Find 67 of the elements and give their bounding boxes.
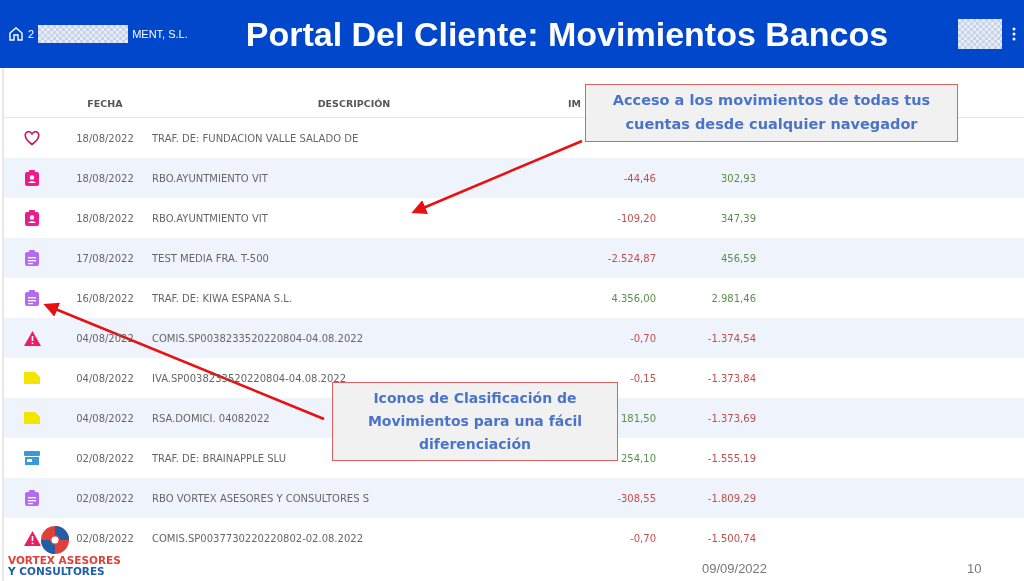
id-badge-icon [25,210,39,226]
balance-cell: 347,39 [721,212,756,224]
company-name: 2 [28,28,35,40]
slide-date: 09/09/2022 [702,561,768,576]
balance-cell: -1.373,84 [707,372,756,384]
company-name: MENT, S.L. [132,28,188,40]
description-cell-text: RSA.DOMICI. 04082022 [151,412,270,424]
swirl-logo-icon [38,525,72,555]
page-number: 10 [967,561,982,576]
logo-text: VORTEX ASESORES [8,555,121,566]
balance-cell: -1.809,29 [707,492,756,504]
amount-cell: 181,50 [621,412,656,424]
balance-cell: -1.374,54 [707,332,756,344]
home-icon[interactable] [8,26,24,42]
date-cell: 02/08/2022 [76,492,134,504]
description-cell-text: RBO VORTEX ASESORES Y CONSULTORES S [151,492,370,504]
date-cell: 18/08/2022 [76,212,134,224]
date-cell: 16/08/2022 [76,292,134,304]
date-cell: 17/08/2022 [76,252,134,264]
warning-icon [23,530,41,546]
annotation-callout: Iconos de Clasificación de Movimientos para una fácil diferenciación [332,382,618,462]
amount-cell: -2.524,87 [607,252,656,264]
description-cell-text: TRAF. DE: FUNDACION VALLE SALADO DE [151,132,359,144]
description-cell-text: COMIS.SP0037730220220802-02.08.2022 [151,532,363,544]
amount-cell: -0,70 [630,332,656,344]
description-cell-text: TRAF. DE: BRAINAPPLE SLU [151,452,286,464]
more-icon[interactable] [1012,27,1016,41]
heart-icon [24,130,40,146]
amount-cell: 4.356,00 [611,292,656,304]
description-cell-text: TRAF. DE: KIWA ESPANA S.L. [151,292,293,304]
description-cell-text: TEST MEDIA FRA. T-500 [151,252,269,264]
amount-cell: 254,10 [621,452,656,464]
warning-icon [23,330,41,346]
amount-cell: -109,20 [617,212,656,224]
column-header: DESCRIPCIÓN [317,98,391,109]
amount-cell: -44,46 [623,172,656,184]
store-icon [24,451,40,465]
date-cell: 04/08/2022 [76,412,134,424]
note-icon [24,372,40,384]
note-icon [24,412,40,424]
description-cell-text: RBO.AYUNTMIENTO VIT [151,212,268,224]
balance-cell: -1.555,19 [707,452,756,464]
balance-cell: -1.500,74 [707,532,756,544]
balance-cell: 456,59 [721,252,756,264]
date-cell: 04/08/2022 [76,372,134,384]
clipboard-icon [25,490,39,506]
logo-text: Y CONSULTORES [8,566,105,577]
page-title: Portal Del Cliente: Movimientos Bancos [245,14,890,54]
clipboard-icon [25,250,39,266]
date-cell: 02/08/2022 [76,532,134,544]
description-cell-text: COMIS.SP0038233520220804-04.08.2022 [151,332,363,344]
amount-cell: -308,55 [617,492,656,504]
id-badge-icon [25,170,39,186]
balance-cell: 302,93 [721,172,756,184]
column-header: FECHA [87,98,123,109]
balance-cell: -1.373,69 [707,412,756,424]
clipboard-icon [25,290,39,306]
column-header: IM [568,98,581,109]
date-cell: 02/08/2022 [76,452,134,464]
redacted-area [958,19,1002,49]
description-cell-text: RBO.AYUNTMIENTO VIT [151,172,268,184]
date-cell: 18/08/2022 [76,172,134,184]
balance-cell: 2.981,46 [711,292,756,304]
amount-cell: -0,70 [630,532,656,544]
date-cell: 18/08/2022 [76,132,134,144]
amount-cell: -0,15 [630,372,656,384]
annotation-callout: Acceso a los movimientos de todas tus cuentas desde cualquier navegador [585,84,958,142]
